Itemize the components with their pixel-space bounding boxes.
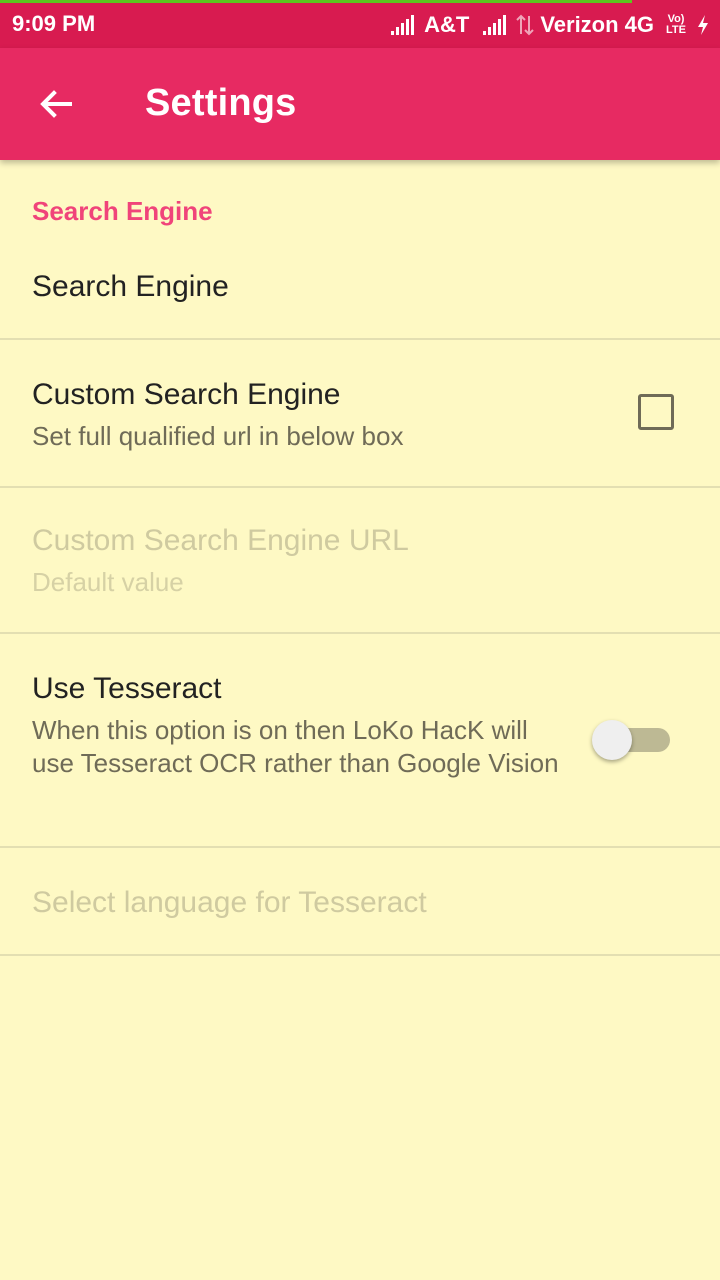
pref-custom-search-engine-url: Custom Search Engine URL Default value	[0, 488, 720, 634]
signal-strength-icon-2	[483, 15, 507, 35]
category-header-search-engine: Search Engine	[32, 196, 213, 226]
pref-title: Custom Search Engine	[32, 378, 341, 411]
pref-search-engine[interactable]: Search Engine	[0, 232, 720, 340]
back-button[interactable]	[24, 72, 88, 136]
pref-summary: Set full qualified url in below box	[32, 421, 404, 451]
use-tesseract-switch[interactable]	[592, 720, 670, 760]
pref-custom-search-engine[interactable]: Custom Search Engine Set full qualified …	[0, 340, 720, 488]
status-icons: A&T Verizon 4G Vo) LTE	[391, 11, 710, 39]
custom-search-engine-checkbox[interactable]	[638, 394, 674, 430]
volte-line-2: LTE	[666, 24, 686, 36]
pref-title: Custom Search Engine URL	[32, 524, 409, 557]
carrier-name-2: Verizon 4G	[540, 12, 655, 37]
arrow-back-icon	[40, 90, 72, 118]
switch-thumb	[592, 720, 632, 760]
pref-summary: When this option is on then LoKo HacK wi…	[32, 715, 559, 778]
download-progress-line	[0, 0, 632, 3]
carrier-name-1: A&T	[424, 12, 470, 37]
pref-title: Select language for Tesseract	[32, 886, 427, 919]
app-bar: Settings	[0, 48, 720, 160]
charging-bolt-icon	[698, 15, 708, 35]
status-bar: 9:09 PM A&T Verizon 4G Vo) LTE	[0, 0, 720, 48]
pref-use-tesseract[interactable]: Use Tesseract When this option is on the…	[0, 634, 720, 848]
data-transfer-icon	[516, 14, 535, 36]
signal-strength-icon	[391, 15, 415, 35]
pref-tesseract-language: Select language for Tesseract	[0, 848, 720, 956]
page-title: Settings	[145, 82, 297, 124]
pref-title: Search Engine	[32, 270, 229, 303]
pref-summary: Default value	[32, 567, 184, 597]
status-time: 9:09 PM	[12, 11, 96, 36]
volte-icon: Vo) LTE	[666, 14, 686, 36]
pref-title: Use Tesseract	[32, 672, 222, 705]
